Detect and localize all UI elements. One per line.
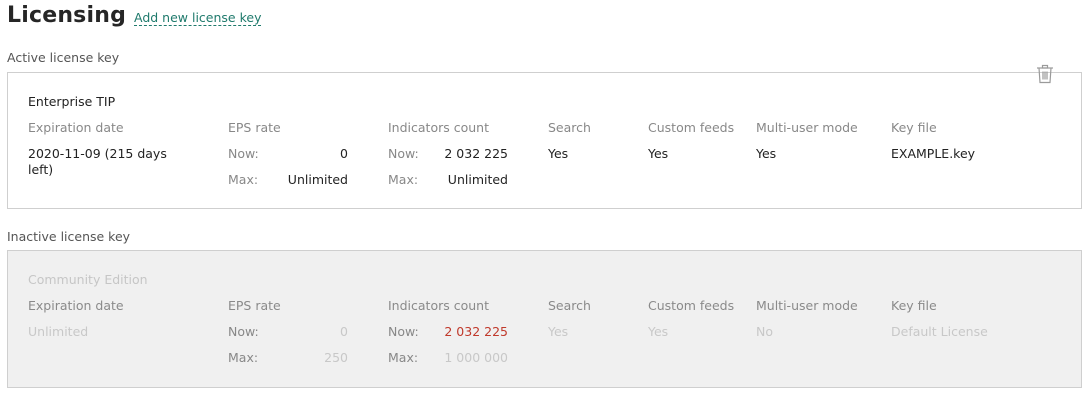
key-file-header: Key file [891,298,937,313]
custom-feeds-column: Custom feeds Yes [648,120,734,162]
indicators-now-row: Now: 2 032 225 [388,324,508,350]
custom-feeds-header: Custom feeds [648,120,735,135]
search-header: Search [548,298,591,313]
indicators-now-row: Now: 2 032 225 [388,146,508,172]
multi-user-column: Multi-user mode No [756,298,858,340]
custom-feeds-value: Yes [648,324,669,339]
search-column: Search Yes [548,120,591,162]
indicators-now-value: 2 032 225 [444,146,508,161]
eps-max-row: Max: 250 [228,350,348,376]
trash-icon[interactable] [1036,64,1054,84]
indicators-now-value: 2 032 225 [444,324,508,339]
eps-now-value: 0 [340,146,348,161]
custom-feeds-column: Custom feeds Yes [648,298,734,340]
page-title: Licensing [7,3,127,28]
indicators-max-value: Unlimited [447,172,508,187]
key-file-column: Key file Default License [891,298,988,340]
indicators-max-label: Max: [388,172,419,187]
multi-user-value: No [756,324,773,339]
indicators-max-label: Max: [388,350,419,365]
eps-max-row: Max: Unlimited [228,172,348,198]
indicators-column: Indicators count Now: 2 032 225 Max: Unl… [388,120,508,198]
license-name: Community Edition [28,272,148,287]
multi-user-header: Multi-user mode [756,120,858,135]
eps-now-value: 0 [340,324,348,339]
eps-max-value: 250 [324,350,348,365]
eps-now-row: Now: 0 [228,146,348,172]
expiration-header: Expiration date [28,120,124,135]
custom-feeds-header: Custom feeds [648,298,735,313]
active-license-card: Enterprise TIP Expiration date 2020-11-0… [7,72,1082,209]
eps-max-value: Unlimited [287,172,348,187]
key-file-column: Key file EXAMPLE.key [891,120,975,162]
eps-max-label: Max: [228,172,259,187]
expiration-column: Expiration date 2020-11-09 (215 days lef… [28,120,178,178]
search-value: Yes [548,146,569,161]
indicators-column: Indicators count Now: 2 032 225 Max: 1 0… [388,298,508,376]
search-header: Search [548,120,591,135]
eps-now-row: Now: 0 [228,324,348,350]
license-name: Enterprise TIP [28,94,116,109]
indicators-now-label: Now: [388,146,419,161]
expiration-value: Unlimited [28,324,89,339]
multi-user-value: Yes [756,146,777,161]
eps-column: EPS rate Now: 0 Max: Unlimited [228,120,348,198]
eps-max-label: Max: [228,350,259,365]
expiration-value: 2020-11-09 (215 days left) [28,146,167,177]
eps-now-label: Now: [228,324,259,339]
active-section-label: Active license key [7,50,120,65]
eps-column: EPS rate Now: 0 Max: 250 [228,298,348,376]
expiration-column: Expiration date Unlimited [28,298,178,340]
custom-feeds-value: Yes [648,146,669,161]
key-file-value: Default License [891,324,988,339]
indicators-header: Indicators count [388,120,489,135]
add-license-key-link[interactable]: Add new license key [134,11,262,26]
indicators-header: Indicators count [388,298,489,313]
eps-header: EPS rate [228,298,281,313]
eps-now-label: Now: [228,146,259,161]
search-value: Yes [548,324,569,339]
indicators-max-value: 1 000 000 [444,350,508,365]
expiration-header: Expiration date [28,298,124,313]
key-file-header: Key file [891,120,937,135]
multi-user-column: Multi-user mode Yes [756,120,858,162]
indicators-max-row: Max: 1 000 000 [388,350,508,376]
inactive-license-card: Community Edition Expiration date Unlimi… [7,250,1082,388]
indicators-now-label: Now: [388,324,419,339]
multi-user-header: Multi-user mode [756,298,858,313]
inactive-section-label: Inactive license key [7,229,131,244]
key-file-value: EXAMPLE.key [891,146,976,161]
indicators-max-row: Max: Unlimited [388,172,508,198]
eps-header: EPS rate [228,120,281,135]
search-column: Search Yes [548,298,591,340]
